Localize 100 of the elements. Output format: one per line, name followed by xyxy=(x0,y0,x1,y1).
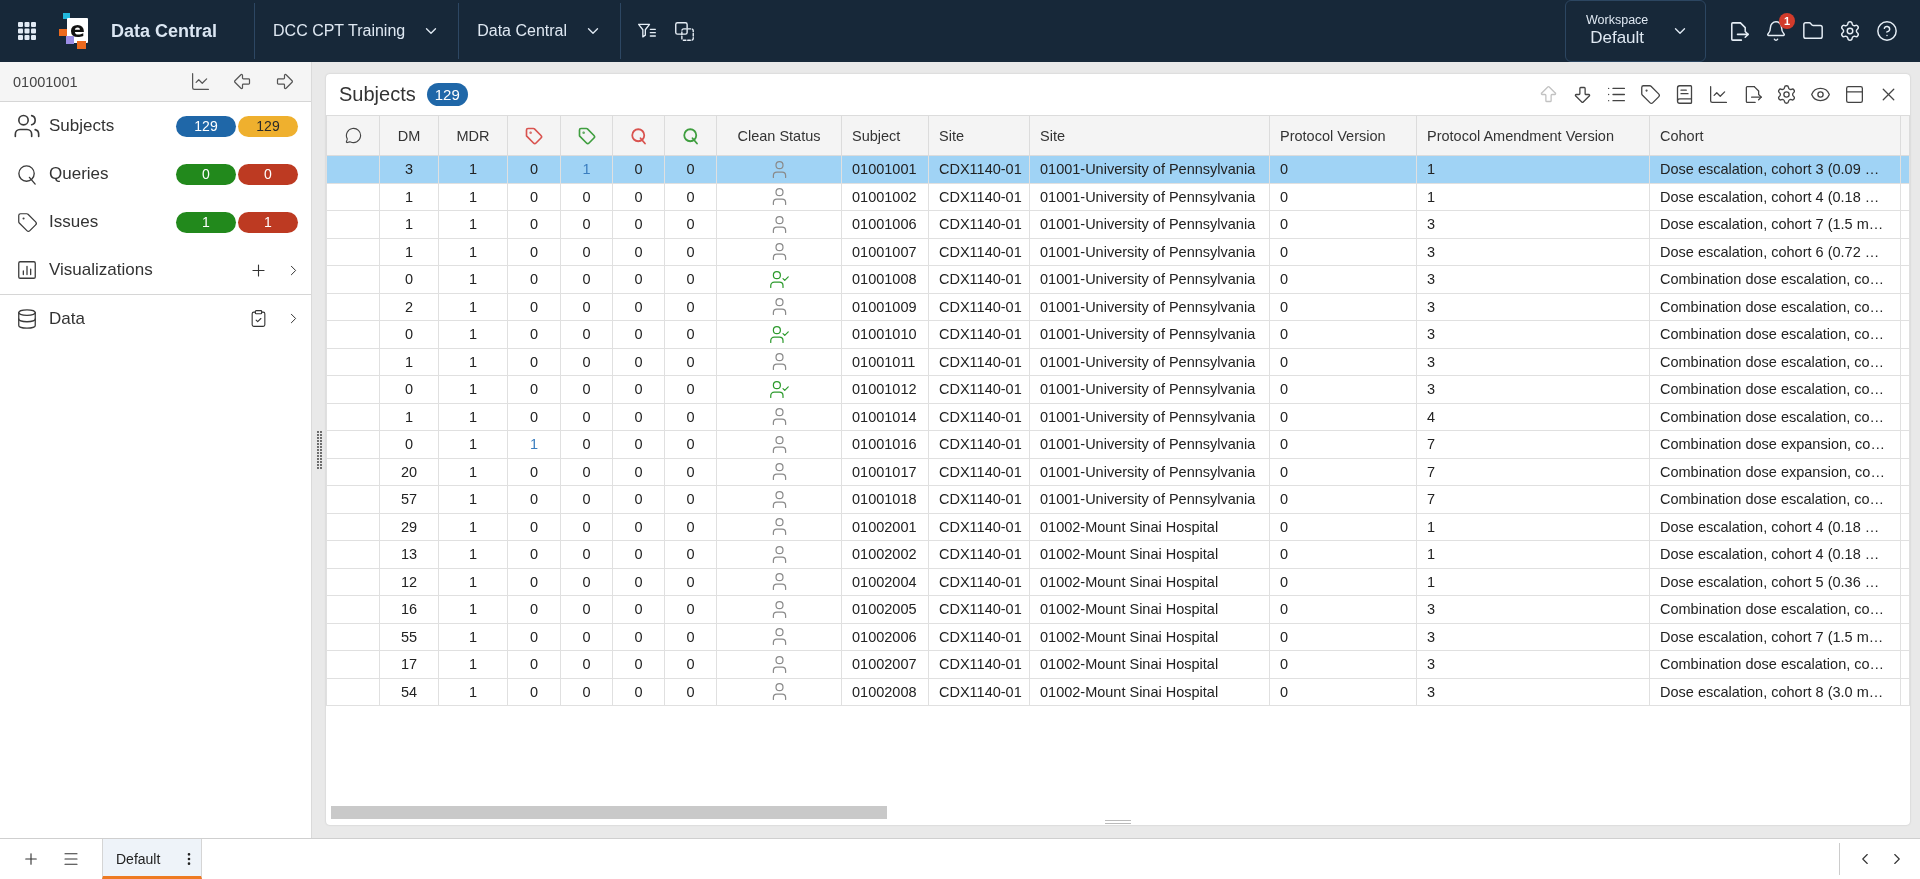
count-badge[interactable]: 1 xyxy=(176,211,236,233)
table-cell: 0 xyxy=(507,403,561,431)
table-cell: Dose escalation, cohort 7 (1.5 m… xyxy=(1649,210,1901,238)
table-cell: 3 xyxy=(1416,375,1650,403)
table-cell: Dose escalation, cohort 4 (0.18 … xyxy=(1649,540,1901,568)
table-row[interactable]: 0 1 0 0 0 0 01001008 CDX1140-01 01001-University of Pennsylvania 0 3 Combination dose escalation, co… xyxy=(326,265,1910,293)
count-badge[interactable]: 1 xyxy=(238,211,298,233)
table-cell: 0 xyxy=(612,458,665,486)
table-cell: 01001-University of Pennsylvania xyxy=(1029,293,1270,321)
tag-icon[interactable] xyxy=(1640,84,1661,105)
line-chart-icon[interactable] xyxy=(190,71,211,92)
table-cell: 0 xyxy=(612,210,665,238)
table-cell: 0 xyxy=(612,540,665,568)
table-row[interactable]: 1 1 0 0 0 0 01001014 CDX1140-01 01001-University of Pennsylvania 0 4 Combination dose escalation, co… xyxy=(326,403,1910,431)
table-row[interactable]: 0 1 1 0 0 0 01001016 CDX1140-01 01001-University of Pennsylvania 0 7 Combination dose expansion, co… xyxy=(326,430,1910,458)
table-row[interactable]: 17 1 0 0 0 0 01002007 CDX1140-01 01002-Mount Sinai Hospital 0 3 Combination dose escalation, co… xyxy=(326,650,1910,678)
table-row[interactable]: 1 1 0 0 0 0 01001002 CDX1140-01 01001-University of Pennsylvania 0 1 Dose escalation, cohort 4 (0.18 … xyxy=(326,183,1910,211)
column-header[interactable] xyxy=(507,115,561,156)
count-badge[interactable]: 0 xyxy=(176,163,236,185)
menu-dropdown[interactable]: Data Central xyxy=(459,0,621,62)
settings-icon[interactable] xyxy=(1839,20,1861,42)
resize-handle[interactable] xyxy=(316,431,322,469)
table-cell: 0 xyxy=(560,595,613,623)
table-cell: 0 xyxy=(560,320,613,348)
table-cell: CDX1140-01 xyxy=(928,375,1030,403)
arrow-right-icon[interactable] xyxy=(274,71,295,92)
table-row[interactable]: 54 1 0 0 0 0 01002008 CDX1140-01 01002-Mount Sinai Hospital 0 3 Dose escalation, cohort 8 (3.0 m… xyxy=(326,678,1910,706)
table-cell: 0 xyxy=(507,623,561,651)
column-header[interactable]: Cohort xyxy=(1649,115,1901,156)
sidebar-item[interactable]: Data xyxy=(49,308,249,329)
table-cell: 0 xyxy=(507,678,561,706)
app-grid-icon[interactable] xyxy=(18,22,36,40)
book-icon[interactable] xyxy=(1674,84,1695,105)
table-cell: 01002-Mount Sinai Hospital xyxy=(1029,540,1270,568)
table-row[interactable]: 16 1 0 0 0 0 01002005 CDX1140-01 01002-Mount Sinai Hospital 0 3 Combination dose escalation, co… xyxy=(326,595,1910,623)
column-header[interactable] xyxy=(560,115,613,156)
count-badge[interactable]: 129 xyxy=(238,115,298,137)
table-row[interactable]: 3 1 0 1 0 0 01001001 CDX1140-01 01001-University of Pennsylvania 0 1 Dose escalation, cohort 3 (0.09 … xyxy=(326,155,1910,183)
column-header[interactable] xyxy=(664,115,717,156)
table-cell: 0 xyxy=(664,265,717,293)
table-cell: 01001007 xyxy=(841,238,929,266)
table-row[interactable]: 1 1 0 0 0 0 01001007 CDX1140-01 01001-University of Pennsylvania 0 3 Dose escalation, cohort 6 (0.72 … xyxy=(326,238,1910,266)
column-header[interactable]: MDR xyxy=(438,115,508,156)
column-header[interactable] xyxy=(326,115,380,156)
table-cell: 0 xyxy=(664,348,717,376)
help-icon[interactable] xyxy=(1876,20,1898,42)
table-row[interactable]: 1 1 0 0 0 0 01001011 CDX1140-01 01001-University of Pennsylvania 0 3 Combination dose escalation, co… xyxy=(326,348,1910,376)
table-row[interactable]: 13 1 0 0 0 0 01002002 CDX1140-01 01002-Mount Sinai Hospital 0 1 Dose escalation, cohort 4 (0.18 … xyxy=(326,540,1910,568)
column-header[interactable]: DM xyxy=(379,115,439,156)
table-row[interactable]: 12 1 0 0 0 0 01002004 CDX1140-01 01002-Mount Sinai Hospital 0 1 Dose escalation, cohort 5 (0.36 … xyxy=(326,568,1910,596)
sidebar-item[interactable]: Visualizations xyxy=(49,260,249,280)
table-cell: 1 xyxy=(438,238,508,266)
arrow-down-icon[interactable] xyxy=(1572,84,1593,105)
count-badge[interactable]: 129 xyxy=(176,115,236,137)
table-row[interactable]: 57 1 0 0 0 0 01001018 CDX1140-01 01001-University of Pennsylvania 0 7 Combination dose escalation, co… xyxy=(326,485,1910,513)
table-cell: Dose escalation, cohort 6 (0.72 … xyxy=(1649,238,1901,266)
folder-icon[interactable] xyxy=(1802,20,1824,42)
menu-dropdown[interactable]: DCC CPT Training xyxy=(255,0,459,62)
table-cell: Combination dose expansion, co… xyxy=(1649,430,1901,458)
column-header[interactable]: Subject xyxy=(841,115,929,156)
settings-icon[interactable] xyxy=(1776,84,1797,105)
table-cell: 01001014 xyxy=(841,403,929,431)
column-header[interactable]: Protocol Amendment Version xyxy=(1416,115,1650,156)
column-header[interactable] xyxy=(612,115,665,156)
table-cell: 0 xyxy=(560,293,613,321)
overlapping-squares-icon[interactable] xyxy=(674,20,696,42)
sidebar-item[interactable]: Subjects xyxy=(49,116,176,136)
resize-grip[interactable] xyxy=(1105,820,1131,824)
table-cell: 0 xyxy=(612,265,665,293)
menu-icon[interactable] xyxy=(62,850,80,868)
table-cell: 12 xyxy=(379,568,439,596)
count-badge[interactable]: 0 xyxy=(238,163,298,185)
line-chart-icon[interactable] xyxy=(1708,84,1729,105)
sidebar-item[interactable]: Issues xyxy=(49,212,176,232)
table-cell: 01001002 xyxy=(841,183,929,211)
table-cell: 01001-University of Pennsylvania xyxy=(1029,183,1270,211)
table-row[interactable]: 1 1 0 0 0 0 01001006 CDX1140-01 01001-University of Pennsylvania 0 3 Dose escalation, cohort 7 (1.5 m… xyxy=(326,210,1910,238)
table-row[interactable]: 0 1 0 0 0 0 01001012 CDX1140-01 01001-University of Pennsylvania 0 3 Combination dose escalation, co… xyxy=(326,375,1910,403)
count-link[interactable]: 1 xyxy=(507,430,561,458)
panel-icon[interactable] xyxy=(1844,84,1865,105)
horizontal-scrollbar[interactable] xyxy=(331,806,887,819)
table-row[interactable]: 0 1 0 0 0 0 01001010 CDX1140-01 01001-University of Pennsylvania 0 3 Combination dose escalation, co… xyxy=(326,320,1910,348)
table-row[interactable]: 2 1 0 0 0 0 01001009 CDX1140-01 01001-University of Pennsylvania 0 3 Combination dose escalation, co… xyxy=(326,293,1910,321)
table-row[interactable]: 55 1 0 0 0 0 01002006 CDX1140-01 01002-Mount Sinai Hospital 0 3 Dose escalation, cohort 7 (1.5 m… xyxy=(326,623,1910,651)
table-cell: 01001001 xyxy=(841,155,929,183)
arrow-left-icon[interactable] xyxy=(232,71,253,92)
clipboard-check-icon[interactable] xyxy=(249,309,268,328)
workspace-tab[interactable]: Default xyxy=(102,839,202,879)
table-cell: 0 xyxy=(560,568,613,596)
count-badge: 129 xyxy=(426,83,468,106)
column-header[interactable]: Clean Status xyxy=(716,115,842,156)
column-header[interactable]: Site xyxy=(1029,115,1270,156)
table-row[interactable]: 29 1 0 0 0 0 01002001 CDX1140-01 01002-Mount Sinai Hospital 0 1 Dose escalation, cohort 4 (0.18 … xyxy=(326,513,1910,541)
column-header[interactable]: Site xyxy=(928,115,1030,156)
workspace-select[interactable]: Workspace Default xyxy=(1565,0,1706,62)
sidebar-item[interactable]: Queries xyxy=(49,164,176,184)
table-cell: 01001011 xyxy=(841,348,929,376)
table-row[interactable]: 20 1 0 0 0 0 01001017 CDX1140-01 01001-University of Pennsylvania 0 7 Combination dose expansion, co… xyxy=(326,458,1910,486)
column-header[interactable]: Protocol Version xyxy=(1269,115,1417,156)
table-cell: 3 xyxy=(1416,678,1650,706)
